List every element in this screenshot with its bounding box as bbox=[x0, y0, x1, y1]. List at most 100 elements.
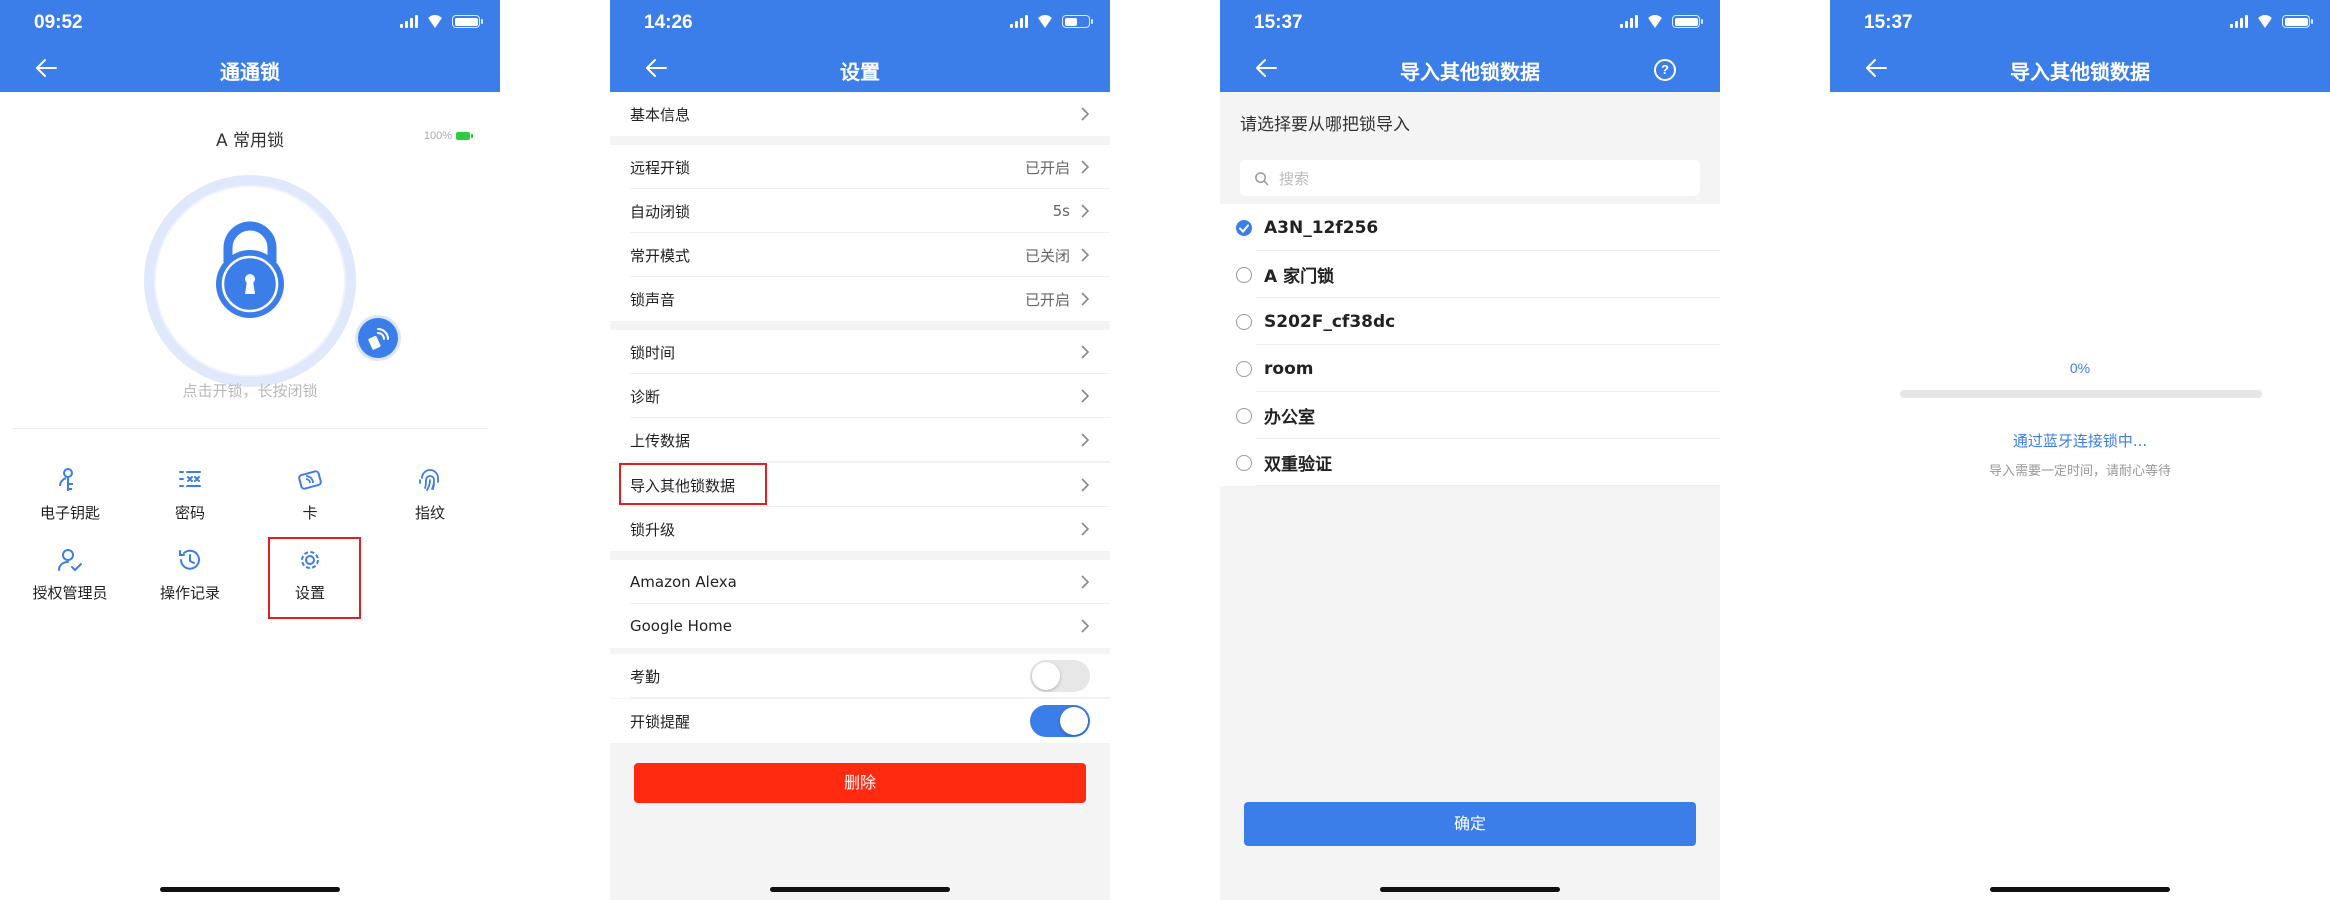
battery-icon bbox=[452, 15, 483, 28]
search-input[interactable]: 搜索 bbox=[1240, 160, 1700, 196]
row-label: 锁声音 bbox=[630, 290, 676, 309]
radio-checked-icon bbox=[1236, 219, 1252, 236]
radio-unchecked-icon bbox=[1236, 360, 1252, 377]
page-title: 设置 bbox=[840, 60, 880, 84]
divider bbox=[12, 428, 488, 429]
chevron-right-icon bbox=[1081, 292, 1090, 306]
lock-option-label: A 家门锁 bbox=[1264, 267, 1335, 287]
admin-icon bbox=[58, 549, 82, 572]
confirm-button[interactable]: 确定 bbox=[1244, 802, 1696, 846]
progress-percent: 0% bbox=[2069, 360, 2091, 376]
settings-row[interactable]: Google Home bbox=[610, 604, 1110, 648]
key-person-icon bbox=[59, 468, 73, 491]
import-prompt: 请选择要从哪把锁导入 bbox=[1240, 115, 1410, 135]
menu-password[interactable]: 密码 bbox=[130, 466, 250, 523]
row-value: 已关闭 bbox=[1024, 246, 1070, 265]
lock-option[interactable]: S202F_cf38dc bbox=[1220, 298, 1720, 345]
menu-card[interactable]: 卡 bbox=[250, 466, 370, 523]
lock-battery-pct: 100% bbox=[423, 130, 452, 142]
screen-import-select: 15:37 导入其他锁数据 ? 请选择要从哪把锁导入 搜索 A3N_12f256… bbox=[1220, 0, 1720, 900]
row-value: 已开启 bbox=[1024, 158, 1070, 177]
menu-label: 操作记录 bbox=[159, 584, 220, 602]
wifi-icon bbox=[1036, 15, 1054, 28]
unlock-hint: 点击开锁，长按闭锁 bbox=[182, 382, 318, 400]
status-icons bbox=[2230, 15, 2313, 28]
menu-label: 密码 bbox=[174, 504, 205, 522]
header: 09:52 通通锁 bbox=[0, 0, 500, 92]
row-label: 上传数据 bbox=[630, 431, 691, 450]
lock-option-label: S202F_cf38dc bbox=[1264, 311, 1396, 332]
attendance-toggle[interactable] bbox=[1030, 660, 1090, 692]
menu-fingerprint[interactable]: 指纹 bbox=[370, 466, 490, 523]
status-icons bbox=[1620, 15, 1703, 28]
signal-icon bbox=[400, 15, 418, 28]
toggle-row-attendance: 考勤 bbox=[610, 654, 1110, 698]
wait-hint: 导入需要一定时间，请耐心等待 bbox=[1988, 464, 2171, 479]
settings-row[interactable]: Amazon Alexa bbox=[610, 560, 1110, 604]
status-icons bbox=[1010, 15, 1093, 28]
chevron-right-icon bbox=[1081, 522, 1090, 536]
connecting-status: 通过蓝牙连接锁中... bbox=[2012, 432, 2148, 450]
home-indicator bbox=[1990, 887, 2170, 892]
battery-icon bbox=[1062, 15, 1093, 28]
row-label: Google Home bbox=[630, 617, 732, 635]
padlock-icon[interactable] bbox=[198, 216, 302, 320]
settings-row[interactable]: 远程开锁 已开启 bbox=[610, 145, 1110, 189]
menu-label: 电子钥匙 bbox=[39, 504, 100, 522]
chevron-right-icon bbox=[1081, 345, 1090, 359]
row-label: 开锁提醒 bbox=[630, 712, 691, 731]
help-icon[interactable]: ? bbox=[1654, 59, 1676, 81]
chevron-right-icon bbox=[1081, 160, 1090, 174]
search-icon bbox=[1255, 171, 1269, 185]
settings-row[interactable]: 基本信息 bbox=[610, 92, 1110, 136]
chevron-right-icon bbox=[1081, 478, 1090, 492]
nfc-icon bbox=[368, 328, 389, 350]
battery-icon bbox=[2282, 15, 2313, 28]
settings-row[interactable]: 常开模式 已关闭 bbox=[610, 233, 1110, 277]
chevron-right-icon bbox=[1081, 619, 1090, 633]
settings-row[interactable]: 诊断 bbox=[610, 374, 1110, 418]
header: 15:37 导入其他锁数据 ? bbox=[1220, 0, 1720, 92]
settings-row[interactable]: 锁时间 bbox=[610, 330, 1110, 374]
lock-option-label: A3N_12f256 bbox=[1264, 217, 1379, 238]
delete-button[interactable]: 删除 bbox=[634, 763, 1086, 803]
settings-row[interactable]: 锁升级 bbox=[610, 507, 1110, 551]
highlight-box bbox=[619, 463, 767, 505]
fingerprint-icon bbox=[419, 469, 439, 491]
lock-option[interactable]: A 家门锁 bbox=[1220, 251, 1720, 298]
row-label: 自动闭锁 bbox=[630, 202, 691, 221]
radio-unchecked-icon bbox=[1236, 454, 1252, 471]
chevron-right-icon bbox=[1081, 204, 1090, 218]
home-indicator bbox=[770, 887, 950, 892]
screen-settings: 14:26 设置 基本信息 远程开锁 已开启 自动闭锁 5s 常开模式 已关闭 锁声音 已开启锁… bbox=[610, 0, 1110, 900]
lock-option[interactable]: 双重验证 bbox=[1220, 439, 1720, 486]
lock-option[interactable]: room bbox=[1220, 345, 1720, 392]
lock-option[interactable]: A3N_12f256 bbox=[1220, 204, 1720, 251]
battery-full-icon bbox=[456, 132, 473, 140]
toggle-row-unlock-reminder: 开锁提醒 bbox=[610, 699, 1110, 743]
radio-unchecked-icon bbox=[1236, 266, 1252, 283]
status-time: 14:26 bbox=[644, 12, 693, 33]
menu-label: 授权管理员 bbox=[32, 584, 108, 602]
search-placeholder: 搜索 bbox=[1279, 169, 1310, 188]
nfc-unlock-button[interactable] bbox=[358, 318, 398, 358]
lock-option-label: room bbox=[1264, 358, 1314, 379]
settings-row[interactable]: 自动闭锁 5s bbox=[610, 189, 1110, 233]
wifi-icon bbox=[2256, 15, 2274, 28]
status-time: 15:37 bbox=[1864, 12, 1913, 33]
battery-icon bbox=[1672, 15, 1703, 28]
menu-admin[interactable]: 授权管理员 bbox=[10, 546, 130, 603]
page-title: 导入其他锁数据 bbox=[1400, 60, 1540, 84]
menu-ekey[interactable]: 电子钥匙 bbox=[10, 466, 130, 523]
menu-label: 卡 bbox=[302, 504, 318, 522]
settings-row[interactable]: 锁声音 已开启 bbox=[610, 277, 1110, 321]
home-indicator bbox=[1380, 887, 1560, 892]
menu-history[interactable]: 操作记录 bbox=[130, 546, 250, 603]
settings-row[interactable]: 上传数据 bbox=[610, 418, 1110, 462]
screen-lock-home: 09:52 通通锁 A 常用锁 100% 点击开锁，长按闭锁 电子钥匙 密码 卡… bbox=[0, 0, 500, 900]
chevron-right-icon bbox=[1081, 107, 1090, 121]
unlock-reminder-toggle[interactable] bbox=[1030, 705, 1090, 737]
password-icon bbox=[179, 471, 201, 487]
lock-option[interactable]: 办公室 bbox=[1220, 392, 1720, 439]
page-title: 导入其他锁数据 bbox=[2010, 60, 2150, 84]
